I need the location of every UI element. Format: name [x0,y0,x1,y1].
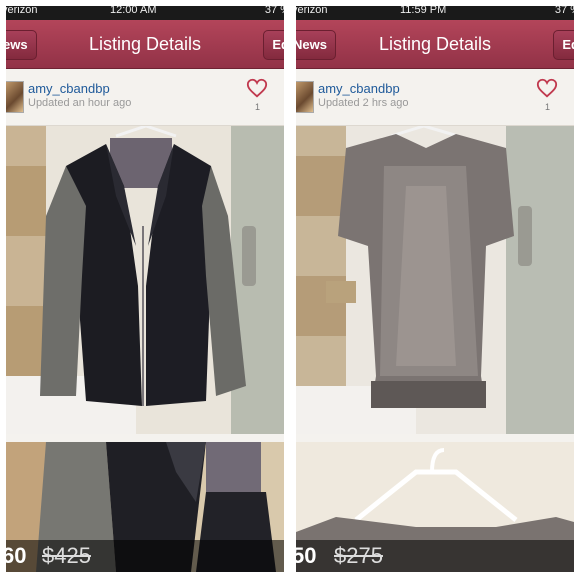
nav-bar: News Listing Details Ed [296,20,574,69]
item-photo-jacket[interactable] [6,126,284,434]
updated-time: Updated 2 hrs ago [318,97,409,109]
edit-button[interactable]: Ed [263,30,284,60]
battery-label: 37 % [554,6,574,16]
status-time: 12:00 AM [110,6,157,16]
like-count: 1 [544,102,550,112]
page-title: Listing Details [88,34,202,54]
username-link[interactable]: amy_cbandbp [28,81,110,96]
like-count: 1 [254,102,260,112]
listing-screenshot-left: verizon 12:00 AM 37 % ews Listing Detail… [6,6,284,572]
price: 60 [6,543,27,568]
edit-button[interactable]: Ed [553,30,574,60]
user-header: amy_cbandbp Updated 2 hrs ago 1 [296,69,574,126]
original-price: $275 [334,543,383,568]
price-bar: 50 $275 [296,540,574,572]
price: 50 [296,543,317,568]
user-header: amy_cbandbp Updated an hour ago 1 [6,69,284,126]
status-bar: verizon 12:00 AM 37 % [6,6,284,20]
nav-bar: ews Listing Details Ed [6,20,284,69]
item-photo-dress[interactable] [296,126,574,434]
heart-icon[interactable] [536,77,558,99]
listing-screenshot-right: verizon 11:59 PM 37 % News Listing Detai… [296,6,574,572]
updated-time: Updated an hour ago [28,97,132,109]
avatar[interactable] [296,81,314,113]
username-link[interactable]: amy_cbandbp [318,81,400,96]
battery-label: 37 % [264,6,284,16]
heart-icon[interactable] [246,77,268,99]
price-bar: 60 $425 [6,540,284,572]
status-bar: verizon 11:59 PM 37 % [296,6,574,20]
original-price: $425 [42,543,91,568]
avatar[interactable] [6,81,24,113]
carrier-label: verizon [296,6,328,16]
status-time: 11:59 PM [400,6,447,16]
carrier-label: verizon [6,6,38,16]
page-title: Listing Details [378,34,492,54]
